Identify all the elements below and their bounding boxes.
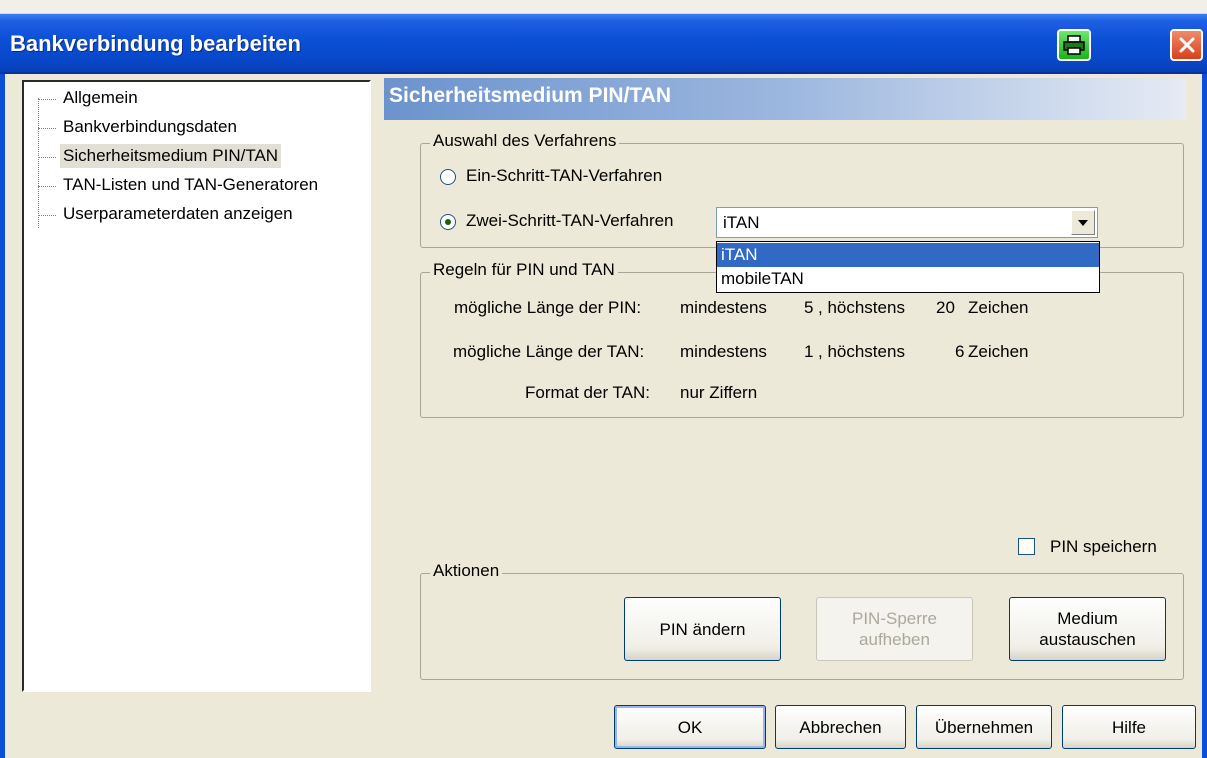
label-zwei-schritt: Zwei-Schritt-TAN-Verfahren [466, 211, 674, 230]
label-ein-schritt: Ein-Schritt-TAN-Verfahren [466, 166, 663, 185]
tan-min-value: 1 [804, 342, 814, 361]
tan-max-value: 6 [955, 342, 965, 361]
tree-connector [38, 215, 56, 216]
tree-connector [38, 99, 56, 100]
pin-aendern-button[interactable]: PIN ändern [624, 597, 781, 661]
section-title: Sicherheitsmedium PIN/TAN [389, 84, 672, 107]
hilfe-label: Hilfe [1111, 717, 1146, 737]
tan-unit: Zeichen [968, 342, 1029, 361]
combobox-value: iTAN [723, 213, 760, 232]
navigation-tree: Allgemein Bankverbindungsdaten Sicherhei… [22, 80, 371, 692]
pin-aendern-label: PIN ändern [659, 619, 746, 639]
tan-format-value: nur Ziffern [680, 383, 758, 402]
pin-sperre-label-line2: aufheben [859, 630, 930, 649]
window-title: Bankverbindung bearbeiten [10, 31, 301, 56]
tree-item-bankverbindungsdaten[interactable]: Bankverbindungsdaten [60, 115, 240, 139]
chevron-down-icon[interactable] [1071, 210, 1095, 235]
tan-max-label: , höchstens [818, 342, 905, 361]
ok-button[interactable]: OK [614, 705, 766, 749]
tree-connector [38, 98, 39, 228]
radio-ein-schritt[interactable] [440, 169, 456, 185]
uebernehmen-button[interactable]: Übernehmen [916, 705, 1052, 749]
pin-max-value: 20 [936, 298, 955, 317]
tree-item-tan-listen[interactable]: TAN-Listen und TAN-Generatoren [60, 173, 321, 197]
top-strip [0, 0, 1207, 14]
title-bar: Bankverbindung bearbeiten [0, 14, 1207, 74]
pin-length-label: mögliche Länge der PIN: [454, 298, 642, 317]
pin-max-label: , höchstens [818, 298, 905, 317]
medium-label-line1: Medium [1057, 609, 1118, 628]
tree-connector [38, 186, 56, 187]
hilfe-button[interactable]: Hilfe [1062, 705, 1196, 749]
radio-zwei-schritt[interactable] [440, 214, 456, 230]
medium-austauschen-button[interactable]: Medium austauschen [1009, 597, 1166, 661]
window-border-left [0, 74, 5, 758]
abbrechen-label: Abbrechen [799, 717, 882, 737]
tree-connector [38, 157, 56, 158]
medium-label-line2: austauschen [1039, 630, 1136, 649]
pin-speichern-checkbox[interactable] [1018, 538, 1035, 555]
verfahren-legend: Auswahl des Verfahrens [430, 131, 620, 151]
pin-unit: Zeichen [968, 298, 1029, 317]
abbrechen-button[interactable]: Abbrechen [775, 705, 906, 749]
pin-min-value: 5 [804, 298, 814, 317]
pin-min-label: mindestens [680, 298, 767, 317]
window-border-right [1202, 74, 1207, 758]
tan-verfahren-dropdown-list: iTAN mobileTAN [716, 241, 1100, 293]
pin-sperre-label-line1: PIN-Sperre [851, 609, 938, 628]
printer-icon[interactable] [1057, 29, 1091, 61]
tree-item-sicherheitsmedium[interactable]: Sicherheitsmedium PIN/TAN [60, 144, 282, 168]
pin-speichern-label: PIN speichern [1050, 537, 1157, 556]
dropdown-option-mobiletan[interactable]: mobileTAN [717, 267, 1099, 291]
dropdown-option-itan[interactable]: iTAN [717, 243, 1099, 267]
section-header: Sicherheitsmedium PIN/TAN [384, 78, 1186, 120]
tree-item-userparameterdaten[interactable]: Userparameterdaten anzeigen [60, 202, 296, 226]
tree-connector [38, 128, 56, 129]
tan-min-label: mindestens [680, 342, 767, 361]
close-icon[interactable] [1170, 29, 1203, 61]
regeln-legend: Regeln für PIN und TAN [430, 260, 618, 280]
pin-sperre-aufheben-button[interactable]: PIN-Sperre aufheben [816, 597, 973, 661]
uebernehmen-label: Übernehmen [934, 717, 1034, 737]
aktionen-legend: Aktionen [430, 561, 503, 581]
tan-length-label: mögliche Länge der TAN: [453, 342, 645, 361]
tree-item-allgemein[interactable]: Allgemein [60, 86, 141, 110]
tan-format-label: Format der TAN: [525, 383, 651, 402]
tan-verfahren-combobox[interactable]: iTAN [716, 207, 1098, 238]
ok-label: OK [677, 717, 703, 737]
